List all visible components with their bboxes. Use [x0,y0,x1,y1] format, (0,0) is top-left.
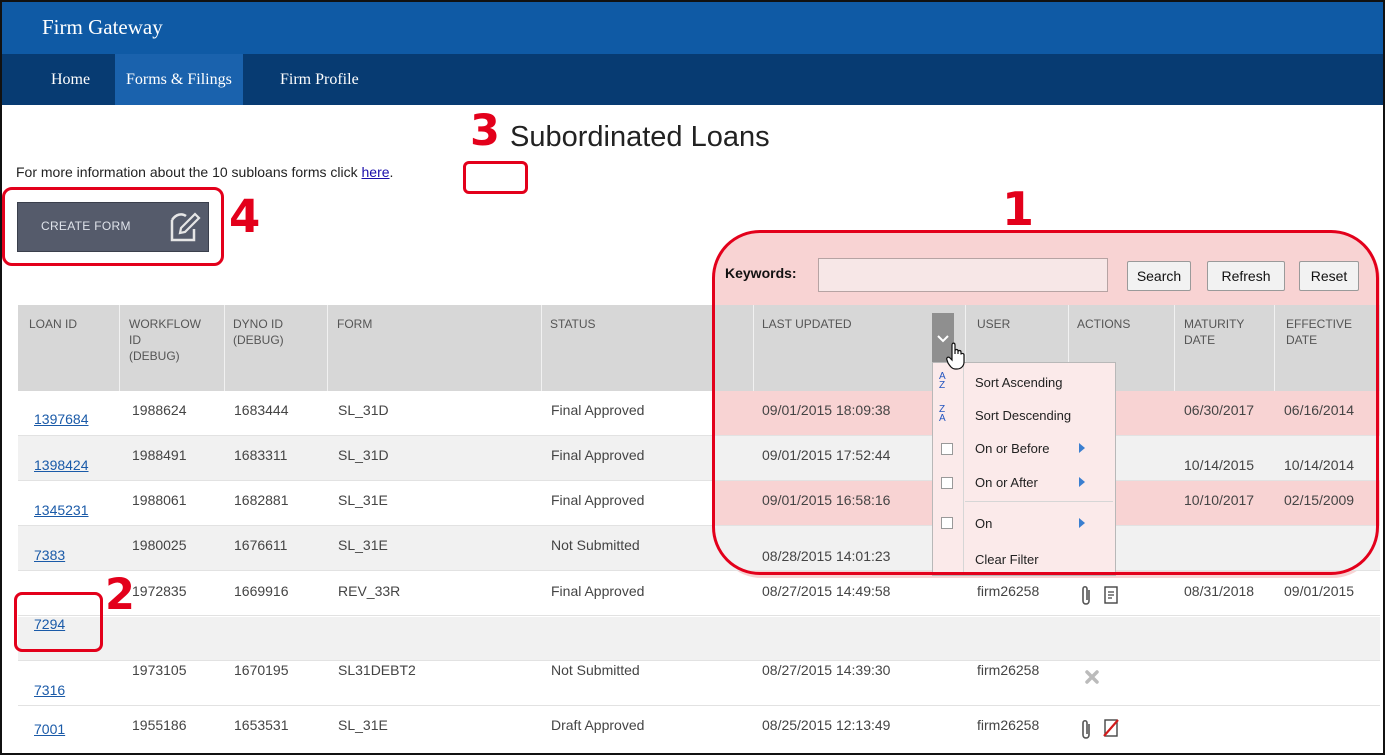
attachment-icon[interactable] [1080,584,1092,606]
form-cell: SL_31E [338,717,388,733]
highlight-box-4 [2,187,224,266]
annotation-number-3: 3 [470,106,500,156]
status-cell: Final Approved [551,492,645,508]
loan-id-link[interactable]: 7316 [34,682,65,698]
header-dyno-id[interactable]: DYNO ID (DEBUG) [233,316,284,348]
loan-id-link[interactable]: 1397684 [34,411,89,427]
column-divider [224,305,225,391]
maturity-date-cell: 08/31/2018 [1184,583,1255,599]
page-title: Subordinated Loans [510,121,770,153]
header-workflow-line2: ID [129,333,141,347]
last-updated-cell: 08/27/2015 14:49:58 [762,583,891,599]
table-row [18,661,1380,711]
nav-firm-profile[interactable]: Firm Profile [269,54,370,105]
loan-id-link[interactable]: 1345231 [34,502,89,518]
delete-icon[interactable] [1084,669,1100,685]
highlight-box-3 [463,161,528,194]
loan-id-link[interactable]: 1398424 [34,457,89,473]
status-cell: Final Approved [551,583,645,599]
dyno-id-cell: 1682881 [234,492,289,508]
row-divider [18,705,1380,706]
workflow-id-cell: 1988061 [132,492,187,508]
row-divider [18,615,1380,616]
info-text-prefix: For more information about the 10 subloa… [16,164,362,180]
table-row [18,617,1380,661]
highlight-box-1 [712,230,1379,575]
effective-date-cell: 09/01/2015 [1284,583,1355,599]
workflow-id-cell: 1980025 [132,537,187,553]
brand-title: Firm Gateway [42,15,163,39]
highlight-box-2 [14,592,103,652]
user-cell: firm26258 [977,662,1040,678]
user-cell: firm26258 [977,583,1040,599]
status-cell: Draft Approved [551,717,645,733]
app-window: Firm Gateway Home Forms & Filings Firm P… [0,0,1385,755]
here-link[interactable]: here [362,164,390,180]
user-cell: firm26258 [977,717,1040,733]
status-cell: Not Submitted [551,537,640,553]
last-updated-cell: 08/25/2015 12:13:49 [762,717,891,733]
dyno-id-cell: 1653531 [234,717,289,733]
status-cell: Final Approved [551,402,645,418]
row-divider [18,660,1380,661]
dyno-id-cell: 1669916 [234,583,289,599]
header-status[interactable]: STATUS [550,316,596,332]
header-bar: Firm Gateway [2,2,1383,54]
header-form[interactable]: FORM [337,316,372,332]
form-cell: SL_31D [338,447,389,463]
form-cell: REV_33R [338,583,401,599]
workflow-id-cell: 1972835 [132,583,187,599]
loan-id-link[interactable]: 7383 [34,547,65,563]
column-divider [119,305,120,391]
status-cell: Not Submitted [551,662,640,678]
form-cell: SL31DEBT2 [338,662,416,678]
header-workflow-line3: (DEBUG) [129,349,180,363]
dyno-id-cell: 1670195 [234,662,289,678]
table-row [18,571,1380,614]
column-divider [541,305,542,391]
dyno-id-cell: 1683444 [234,402,289,418]
dyno-id-cell: 1683311 [234,447,288,463]
annotation-number-1: 1 [1002,182,1035,236]
last-updated-cell: 08/27/2015 14:39:30 [762,662,891,678]
dyno-id-cell: 1676611 [234,537,288,553]
attachment-icon[interactable] [1080,718,1092,740]
header-dyno-line1: DYNO ID [233,317,284,331]
info-text: For more information about the 10 subloa… [16,164,393,180]
workflow-id-cell: 1973105 [132,662,187,678]
no-document-icon[interactable] [1103,719,1119,737]
nav-home[interactable]: Home [40,54,101,105]
main-nav: Home Forms & Filings Firm Profile [2,54,1383,105]
header-loan-id[interactable]: LOAN ID [29,316,77,332]
annotation-number-4: 4 [229,190,261,243]
header-workflow-id[interactable]: WORKFLOW ID (DEBUG) [129,316,201,364]
form-cell: SL_31E [338,492,388,508]
workflow-id-cell: 1988491 [132,447,187,463]
annotation-number-2: 2 [105,570,135,620]
document-icon[interactable] [1104,586,1118,604]
form-cell: SL_31D [338,402,389,418]
nav-forms-filings[interactable]: Forms & Filings [115,54,243,105]
header-dyno-line2: (DEBUG) [233,333,284,347]
column-divider [327,305,328,391]
workflow-id-cell: 1955186 [132,717,187,733]
form-cell: SL_31E [338,537,388,553]
header-workflow-line1: WORKFLOW [129,317,201,331]
status-cell: Final Approved [551,447,645,463]
loan-id-link[interactable]: 7001 [34,721,65,737]
workflow-id-cell: 1988624 [132,402,187,418]
info-text-end: . [389,164,394,180]
